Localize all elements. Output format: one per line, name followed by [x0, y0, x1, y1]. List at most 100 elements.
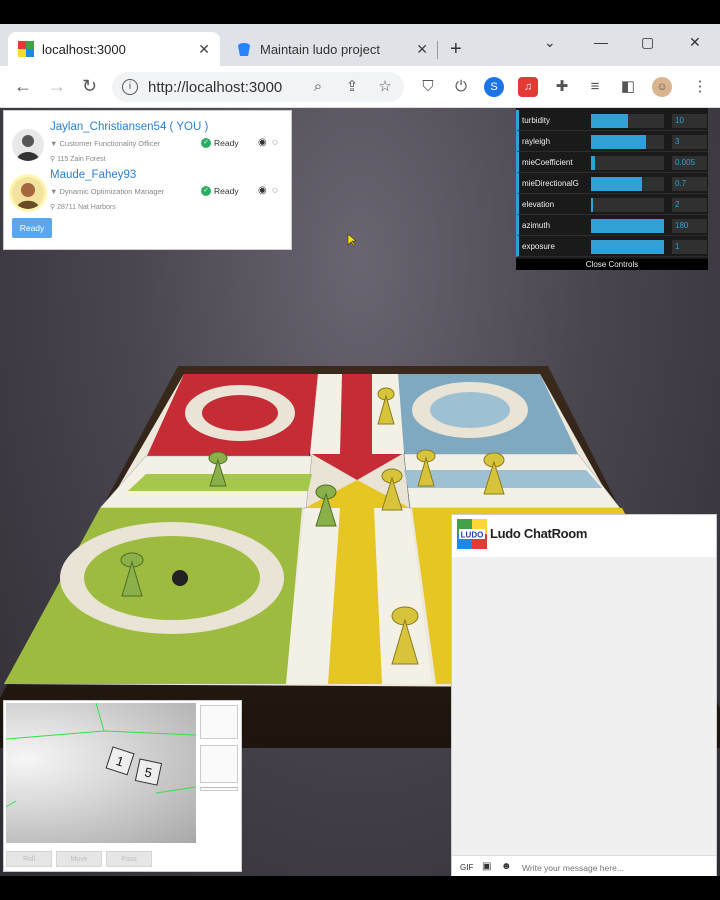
die: 1: [105, 746, 135, 776]
image-upload-icon[interactable]: ▣: [482, 861, 491, 872]
control-label: azimuth: [522, 221, 551, 230]
brave-shield-icon[interactable]: ⛉: [418, 77, 438, 97]
divider: [200, 787, 238, 791]
site-info-icon[interactable]: i: [122, 79, 138, 95]
tab-title: localhost:3000: [42, 41, 126, 57]
maximize-icon[interactable]: ▢: [641, 34, 654, 51]
zoom-icon[interactable]: ⌕: [308, 77, 328, 97]
dice-slot: [200, 745, 238, 783]
svg-text:LUDO: LUDO: [461, 531, 484, 540]
bookmark-star-icon[interactable]: ☆: [375, 77, 395, 97]
chat-bubble-icon[interactable]: ◌: [272, 185, 278, 196]
control-value-input[interactable]: 2: [672, 198, 707, 212]
pass-button[interactable]: Pass: [106, 851, 152, 867]
control-slider[interactable]: [591, 219, 664, 233]
ludo-logo-icon: LUDO: [457, 519, 487, 549]
side-panel-icon[interactable]: ◧: [618, 77, 638, 97]
tab-title: Maintain ludo project: [260, 41, 380, 57]
close-controls-button[interactable]: Close Controls: [516, 259, 708, 270]
status-badge: ✓ Ready: [201, 138, 239, 148]
control-value-input[interactable]: 180: [672, 219, 707, 233]
dice-panel: 1 5 Roll Move Pass: [3, 700, 242, 872]
tab-search-icon[interactable]: ⌄: [544, 34, 556, 51]
profile-avatar-icon[interactable]: ☺: [652, 77, 672, 97]
control-value-input[interactable]: 0.7: [672, 177, 707, 191]
back-icon[interactable]: ←: [14, 76, 32, 97]
minimize-icon[interactable]: —: [594, 34, 608, 50]
control-row-turbidity: turbidity 10: [516, 110, 708, 131]
eye-icon[interactable]: ◉: [258, 185, 267, 196]
tab-divider: [437, 41, 438, 59]
close-tab-icon[interactable]: ✕: [198, 41, 210, 58]
slider-fill: [591, 219, 664, 233]
tab-strip: localhost:3000 ✕ Maintain ludo project ✕…: [0, 24, 720, 66]
slider-fill: [591, 198, 594, 212]
control-slider[interactable]: [591, 114, 664, 128]
control-slider[interactable]: [591, 177, 664, 191]
menu-kebab-icon[interactable]: ⋮: [690, 77, 710, 97]
player-card: Maude_Fahey93 ▼ Dynamic Optimization Man…: [10, 169, 290, 213]
tab-localhost[interactable]: localhost:3000 ✕: [8, 32, 220, 66]
chat-message-input[interactable]: [522, 859, 712, 876]
control-value-input[interactable]: 10: [672, 114, 707, 128]
chat-bubble-icon[interactable]: ◌: [272, 137, 278, 148]
url-text: http://localhost:3000: [148, 78, 283, 96]
slider-fill: [591, 177, 643, 191]
control-row-rayleigh: rayleigh 3: [516, 131, 708, 152]
control-label: exposure: [522, 242, 555, 251]
emoji-icon[interactable]: ☻: [501, 861, 512, 872]
control-row-miecoefficient: mieCoefficient 0.005: [516, 152, 708, 173]
chat-room: LUDO Ludo ChatRoom GIF ▣ ☻: [451, 514, 717, 876]
control-slider[interactable]: [591, 198, 664, 212]
dice-viewport[interactable]: 1 5: [6, 703, 196, 843]
control-value-input[interactable]: 3: [672, 135, 707, 149]
control-label: mieCoefficient: [522, 158, 573, 167]
slider-fill: [591, 240, 664, 254]
control-row-azimuth: azimuth 180: [516, 215, 708, 236]
eye-icon[interactable]: ◉: [258, 137, 267, 148]
shazam-icon[interactable]: S: [484, 77, 504, 97]
browser-window: localhost:3000 ✕ Maintain ludo project ✕…: [0, 24, 720, 876]
check-icon: ✓: [201, 138, 211, 148]
player-address: ⚲ 28711 Nat Harbors: [50, 204, 116, 211]
game-canvas[interactable]: Jaylan_Christiansen54 ( YOU ) ▼ Customer…: [0, 108, 720, 876]
forward-icon[interactable]: →: [48, 76, 66, 97]
control-value-input[interactable]: 1: [672, 240, 707, 254]
control-row-elevation: elevation 2: [516, 194, 708, 215]
control-row-exposure: exposure 1: [516, 236, 708, 257]
media-queue-icon[interactable]: ≡: [585, 77, 605, 97]
control-slider[interactable]: [591, 135, 664, 149]
dice-slot: [200, 705, 238, 739]
new-tab-icon[interactable]: +: [450, 38, 462, 61]
chat-title: Ludo ChatRoom: [490, 526, 588, 541]
reload-icon[interactable]: ↻: [82, 76, 97, 97]
close-window-icon[interactable]: ✕: [689, 34, 701, 51]
power-icon[interactable]: ⏻: [451, 77, 471, 97]
ludo-favicon-icon: [18, 41, 34, 57]
music-extension-icon[interactable]: ♫: [518, 77, 538, 97]
extensions-puzzle-icon[interactable]: ✚: [552, 77, 572, 97]
control-slider[interactable]: [591, 156, 664, 170]
control-slider[interactable]: [591, 240, 664, 254]
move-button[interactable]: Move: [56, 851, 102, 867]
ready-button[interactable]: Ready: [12, 218, 52, 238]
share-icon[interactable]: ⇪: [342, 77, 362, 97]
slider-fill: [591, 135, 646, 149]
player-card: Jaylan_Christiansen54 ( YOU ) ▼ Customer…: [10, 121, 290, 165]
control-label: rayleigh: [522, 137, 551, 146]
roll-button[interactable]: Roll: [6, 851, 52, 867]
tab-maintain-ludo[interactable]: Maintain ludo project ✕: [226, 32, 438, 66]
check-icon: ✓: [201, 186, 211, 196]
chat-input-bar: GIF ▣ ☻: [452, 855, 716, 876]
close-tab-icon[interactable]: ✕: [416, 41, 428, 58]
control-label: elevation: [522, 200, 555, 209]
player-role: ▼ Dynamic Optimization Manager: [50, 187, 165, 196]
player-name[interactable]: Jaylan_Christiansen54 ( YOU ): [50, 121, 208, 133]
avatar: [12, 129, 44, 161]
slider-fill: [591, 114, 628, 128]
avatar: [12, 177, 44, 209]
player-name[interactable]: Maude_Fahey93: [50, 169, 136, 181]
control-value-input[interactable]: 0.005: [672, 156, 707, 170]
gif-button[interactable]: GIF: [460, 863, 473, 872]
players-panel: Jaylan_Christiansen54 ( YOU ) ▼ Customer…: [3, 110, 292, 250]
